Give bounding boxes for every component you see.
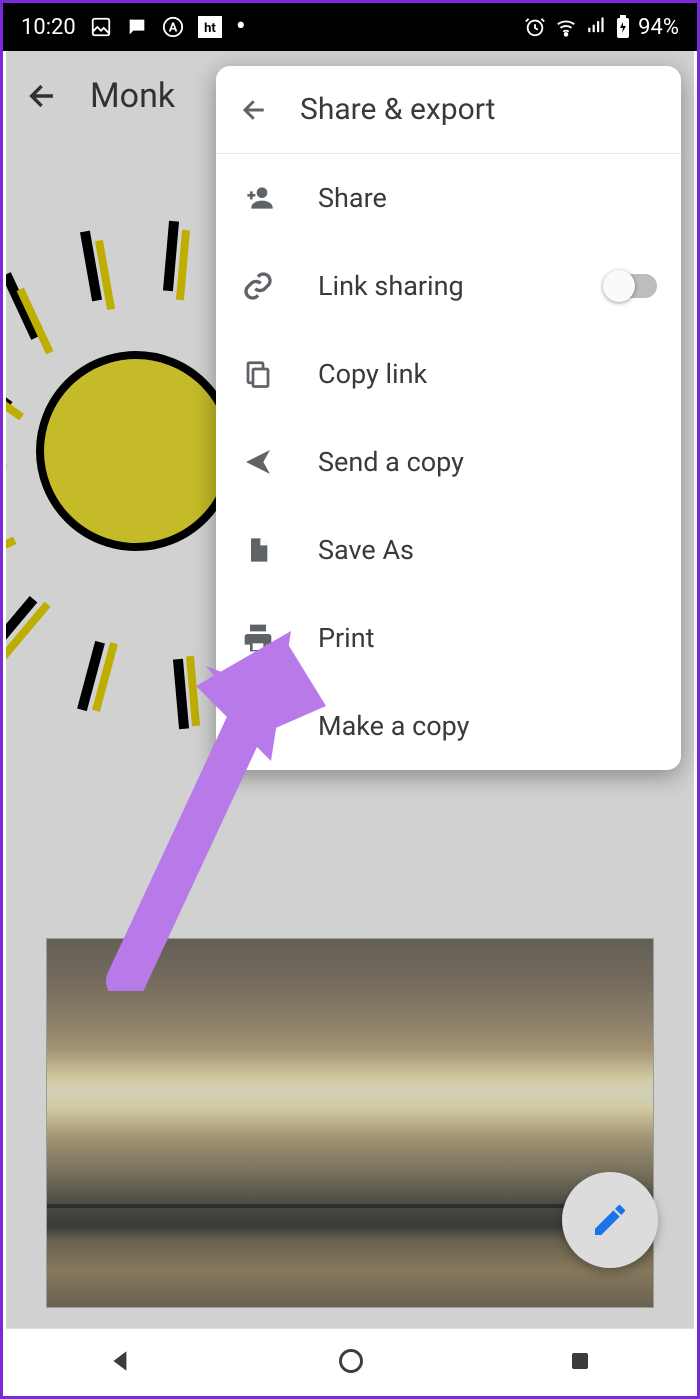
print-icon bbox=[240, 622, 276, 654]
menu-label: Copy link bbox=[318, 358, 427, 390]
copy-icon bbox=[240, 359, 276, 389]
status-time: 10:20 bbox=[21, 15, 76, 40]
menu-item-copy-link[interactable]: Copy link bbox=[216, 330, 681, 418]
menu-item-save-as[interactable]: Save As bbox=[216, 506, 681, 594]
sunset-photo bbox=[46, 938, 654, 1308]
link-icon bbox=[240, 270, 276, 302]
image-icon bbox=[90, 16, 112, 38]
menu-item-make-copy[interactable]: Make a copy bbox=[216, 682, 681, 770]
alarm-icon bbox=[524, 16, 546, 38]
menu-item-link-sharing[interactable]: Link sharing bbox=[216, 242, 681, 330]
menu-item-send-copy[interactable]: Send a copy bbox=[216, 418, 681, 506]
menu-label: Print bbox=[318, 622, 375, 654]
nav-home-icon[interactable] bbox=[337, 1347, 365, 1375]
file-icon bbox=[240, 534, 276, 566]
popup-back-icon[interactable] bbox=[240, 95, 270, 125]
edit-fab[interactable] bbox=[562, 1172, 658, 1268]
menu-label: Save As bbox=[318, 534, 414, 566]
a-circle-icon: A bbox=[162, 16, 184, 38]
send-icon bbox=[240, 446, 276, 478]
menu-label: Make a copy bbox=[318, 710, 469, 742]
person-add-icon bbox=[240, 182, 276, 214]
svg-text:ht: ht bbox=[204, 21, 216, 36]
android-nav-bar bbox=[6, 1328, 694, 1393]
status-battery-text: 94% bbox=[638, 15, 679, 40]
menu-label: Share bbox=[318, 182, 387, 214]
status-bar: 10:20 A ht • 94% bbox=[3, 3, 697, 51]
menu-item-share[interactable]: Share bbox=[216, 154, 681, 242]
popup-header: Share & export bbox=[216, 66, 681, 154]
share-export-menu: Share & export Share Link sharing Copy l… bbox=[216, 66, 681, 770]
signal-icon bbox=[586, 16, 608, 38]
document-title: Monk bbox=[90, 76, 175, 116]
link-sharing-toggle[interactable] bbox=[605, 274, 657, 298]
copy-file-icon bbox=[240, 710, 276, 742]
app-screen: Monk Share & export bbox=[6, 51, 694, 1328]
wifi-icon bbox=[554, 16, 578, 38]
menu-label: Send a copy bbox=[318, 446, 464, 478]
menu-label: Link sharing bbox=[318, 270, 464, 302]
menu-item-print[interactable]: Print bbox=[216, 594, 681, 682]
nav-back-icon[interactable] bbox=[108, 1348, 134, 1374]
pencil-icon bbox=[590, 1200, 630, 1240]
back-icon[interactable] bbox=[26, 79, 60, 113]
svg-text:A: A bbox=[168, 21, 177, 36]
message-icon bbox=[126, 16, 148, 38]
battery-icon bbox=[616, 15, 630, 39]
ht-icon: ht bbox=[198, 16, 222, 38]
popup-title: Share & export bbox=[300, 92, 495, 127]
nav-recent-icon[interactable] bbox=[568, 1349, 592, 1373]
